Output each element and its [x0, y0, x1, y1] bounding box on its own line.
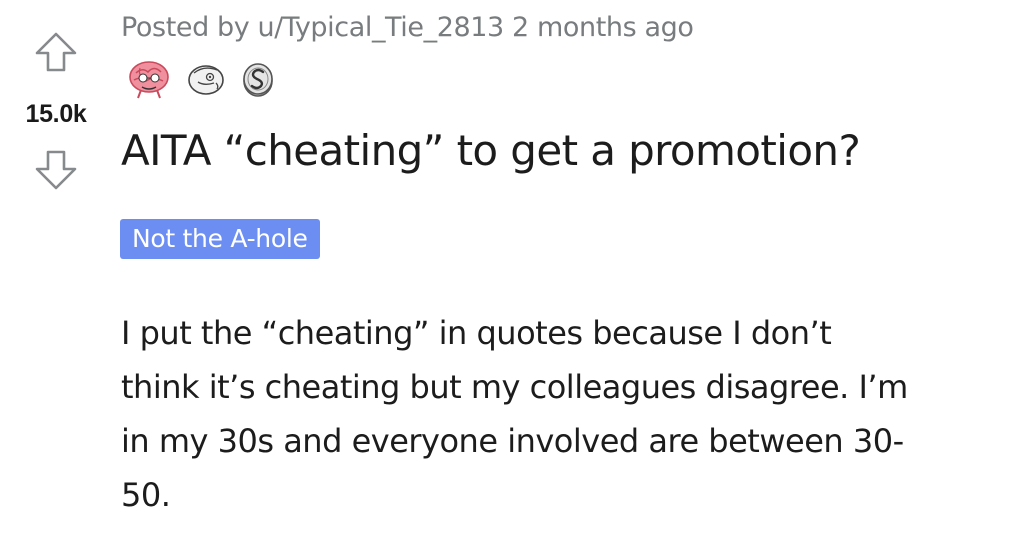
- post-timestamp[interactable]: 2 months ago: [512, 12, 694, 43]
- body-line: in my 30s and everyone involved are betw…: [121, 422, 904, 460]
- body-line: I put the “cheating” in quotes because I…: [121, 314, 832, 352]
- downvote-button[interactable]: [33, 148, 79, 194]
- post-body: I put the “cheating” in quotes because I…: [121, 306, 1001, 522]
- post-meta: Posted by u/Typical_Tie_2813 2 months ag…: [121, 12, 694, 43]
- awards-row[interactable]: [124, 58, 278, 100]
- upvote-button[interactable]: [33, 30, 79, 76]
- post-title[interactable]: AITA “cheating” to get a promotion?: [121, 126, 861, 175]
- silver-coin-award-icon[interactable]: [238, 59, 278, 99]
- body-line: think it’s cheating but my colleagues di…: [121, 368, 908, 406]
- downvote-arrow-icon: [35, 150, 77, 190]
- posted-by-label: Posted by: [121, 12, 250, 43]
- post-flair[interactable]: Not the A-hole: [120, 219, 320, 259]
- pink-brain-award-icon[interactable]: [124, 57, 174, 101]
- upvote-arrow-icon: [35, 32, 77, 72]
- vote-column: 15.0k: [0, 0, 110, 535]
- doodle-face-award-icon[interactable]: [184, 59, 228, 99]
- author-link[interactable]: u/Typical_Tie_2813: [258, 12, 505, 43]
- body-line: 50.: [121, 476, 171, 514]
- vote-score: 15.0k: [25, 100, 87, 128]
